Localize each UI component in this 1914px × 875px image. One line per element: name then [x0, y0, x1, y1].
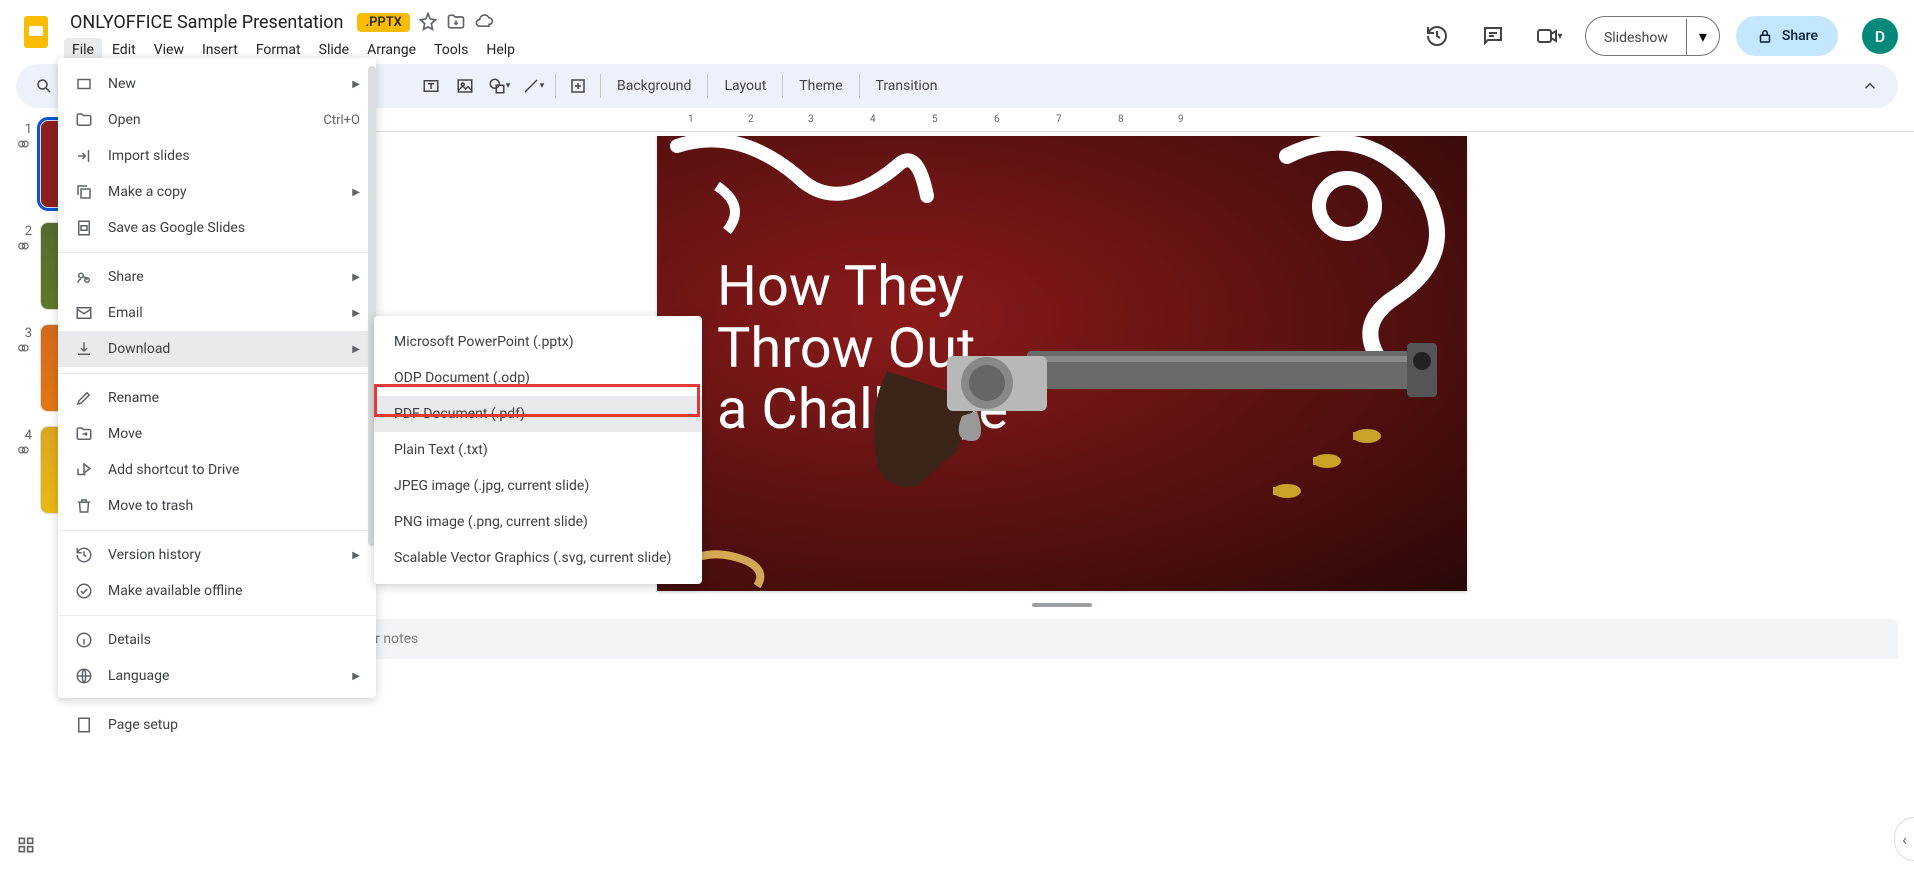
- download-option-2[interactable]: PDF Document (.pdf): [374, 396, 702, 432]
- history-icon[interactable]: [1417, 16, 1457, 56]
- file-menu-new[interactable]: New▶: [58, 66, 376, 102]
- file-menu-version-history[interactable]: Version history▶: [58, 537, 376, 573]
- revolver-image: [827, 311, 1447, 511]
- submenu-arrow-icon: ▶: [352, 79, 360, 90]
- submenu-arrow-icon: ▶: [352, 671, 360, 682]
- rect-icon: [74, 74, 94, 94]
- share-label: Share: [1782, 28, 1818, 44]
- file-menu-share[interactable]: Share▶: [58, 259, 376, 295]
- submenu-arrow-icon: ▶: [352, 308, 360, 319]
- animation-icon: [17, 137, 31, 151]
- download-option-4[interactable]: JPEG image (.jpg, current slide): [374, 468, 702, 504]
- file-menu-move[interactable]: Move: [58, 416, 376, 452]
- thumb-number: 4: [16, 426, 32, 443]
- theme-button[interactable]: Theme: [789, 72, 852, 100]
- file-menu-email[interactable]: Email▶: [58, 295, 376, 331]
- file-menu-move-to-trash[interactable]: Move to trash: [58, 488, 376, 524]
- move-icon: [74, 424, 94, 444]
- slideshow-dropdown-icon[interactable]: ▾: [1687, 17, 1719, 55]
- file-menu-make-a-copy[interactable]: Make a copy▶: [58, 174, 376, 210]
- account-avatar[interactable]: D: [1862, 18, 1898, 54]
- notes-resize-handle[interactable]: [1032, 603, 1092, 607]
- slides-logo[interactable]: [16, 12, 56, 52]
- slideshow-button[interactable]: Slideshow ▾: [1585, 16, 1720, 56]
- trash-icon: [74, 496, 94, 516]
- search-menus-icon[interactable]: [28, 70, 60, 102]
- share-icon: [74, 267, 94, 287]
- copy-icon: [74, 182, 94, 202]
- menu-help[interactable]: Help: [478, 38, 523, 62]
- cloud-status-icon[interactable]: [474, 12, 494, 32]
- download-option-0[interactable]: Microsoft PowerPoint (.pptx): [374, 324, 702, 360]
- file-menu-language[interactable]: Language▶: [58, 658, 376, 694]
- file-menu-save-as-google-slides[interactable]: Save as Google Slides: [58, 210, 376, 246]
- submenu-arrow-icon: ▶: [352, 272, 360, 283]
- submenu-arrow-icon: ▶: [352, 344, 360, 355]
- download-submenu: Microsoft PowerPoint (.pptx)ODP Document…: [374, 316, 702, 584]
- email-icon: [74, 303, 94, 323]
- file-menu-make-available-offline[interactable]: Make available offline: [58, 573, 376, 609]
- star-icon[interactable]: [418, 12, 438, 32]
- file-menu-page-setup[interactable]: Page setup: [58, 707, 376, 743]
- collapse-toolbar-icon[interactable]: [1854, 70, 1886, 102]
- title-area: ONLYOFFICE Sample Presentation .PPTX Fil…: [64, 8, 1417, 64]
- offline-icon: [74, 581, 94, 601]
- file-menu-details[interactable]: Details: [58, 622, 376, 658]
- transition-button[interactable]: Transition: [866, 72, 948, 100]
- thumb-number: 1: [16, 120, 32, 137]
- slides-icon: [74, 218, 94, 238]
- download-icon: [74, 339, 94, 359]
- comments-icon[interactable]: [1473, 16, 1513, 56]
- grid-view-icon[interactable]: [16, 835, 36, 859]
- header: ONLYOFFICE Sample Presentation .PPTX Fil…: [0, 0, 1914, 64]
- file-menu-open[interactable]: OpenCtrl+O: [58, 102, 376, 138]
- file-menu-rename[interactable]: Rename: [58, 380, 376, 416]
- slide-canvas[interactable]: How They Throw Out a Challenge: [657, 136, 1467, 591]
- download-option-5[interactable]: PNG image (.png, current slide): [374, 504, 702, 540]
- info-icon: [74, 630, 94, 650]
- background-button[interactable]: Background: [607, 72, 701, 100]
- ornament-top-left: [657, 136, 937, 256]
- import-icon: [74, 146, 94, 166]
- header-actions: ▾ Slideshow ▾ Share D: [1417, 16, 1898, 56]
- file-menu-add-shortcut-to-drive[interactable]: Add shortcut to Drive: [58, 452, 376, 488]
- submenu-arrow-icon: ▶: [352, 187, 360, 198]
- thumb-number: 2: [16, 222, 32, 239]
- file-menu-import-slides[interactable]: Import slides: [58, 138, 376, 174]
- download-option-1[interactable]: ODP Document (.odp): [374, 360, 702, 396]
- speaker-notes[interactable]: Click to add speaker notes: [226, 619, 1898, 659]
- horizontal-ruler: 1 2 3 4 5 6 7 8 9: [238, 112, 1914, 132]
- lock-icon: [1756, 27, 1774, 45]
- share-button[interactable]: Share: [1736, 16, 1838, 56]
- globe-icon: [74, 666, 94, 686]
- textbox-icon[interactable]: [415, 70, 447, 102]
- submenu-arrow-icon: ▶: [352, 550, 360, 561]
- file-format-badge: .PPTX: [357, 13, 409, 32]
- download-option-3[interactable]: Plain Text (.txt): [374, 432, 702, 468]
- shape-icon[interactable]: ▾: [483, 70, 515, 102]
- layout-button[interactable]: Layout: [714, 72, 776, 100]
- history-icon: [74, 545, 94, 565]
- new-slide-icon[interactable]: [562, 70, 594, 102]
- folder-icon: [74, 110, 94, 130]
- page-icon: [74, 715, 94, 735]
- animation-icon: [17, 341, 31, 355]
- download-option-6[interactable]: Scalable Vector Graphics (.svg, current …: [374, 540, 702, 576]
- file-menu-download[interactable]: Download▶: [58, 331, 376, 367]
- menu-tools[interactable]: Tools: [426, 38, 476, 62]
- thumb-number: 3: [16, 324, 32, 341]
- document-title[interactable]: ONLYOFFICE Sample Presentation: [64, 10, 349, 35]
- animation-icon: [17, 239, 31, 253]
- animation-icon: [17, 443, 31, 457]
- file-dropdown: New▶OpenCtrl+OImport slidesMake a copy▶S…: [58, 58, 376, 698]
- move-folder-icon[interactable]: [446, 12, 466, 32]
- shortcut-icon: [74, 460, 94, 480]
- image-icon[interactable]: [449, 70, 481, 102]
- rename-icon: [74, 388, 94, 408]
- slideshow-label[interactable]: Slideshow: [1586, 19, 1687, 56]
- line-icon[interactable]: ▾: [517, 70, 549, 102]
- present-camera-icon[interactable]: ▾: [1529, 16, 1569, 56]
